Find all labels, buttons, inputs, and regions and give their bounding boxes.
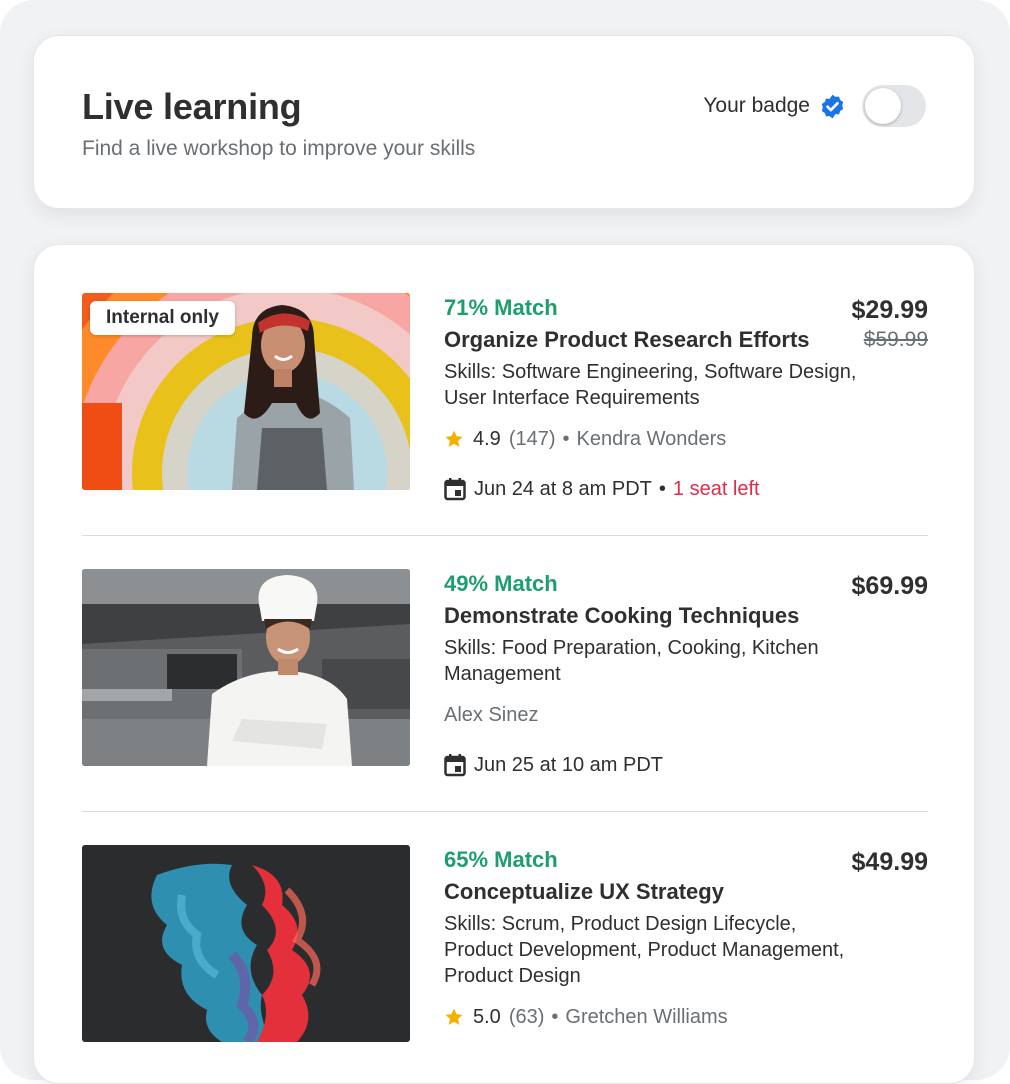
page-title: Live learning xyxy=(82,86,302,127)
course-skills: Skills: Food Preparation, Cooking, Kitch… xyxy=(444,637,819,685)
original-price: $59.99 xyxy=(863,328,928,351)
header-card: Live learning Find a live workshop to im… xyxy=(33,35,975,209)
course-skills: Skills: Software Engineering, Software D… xyxy=(444,361,857,409)
seats-left: 1 seat left xyxy=(672,478,760,500)
rating-value: 4.9 xyxy=(473,428,501,450)
separator-dot: • xyxy=(658,478,666,500)
badge-label: Your badge xyxy=(703,94,810,117)
page-subtitle: Find a live workshop to improve your ski… xyxy=(82,137,476,160)
current-price: $69.99 xyxy=(851,572,928,600)
calendar-icon xyxy=(444,478,466,501)
instructor-name[interactable]: Kendra Wonders xyxy=(577,426,727,452)
course-info: 49% Match Demonstrate Cooking Techniques… xyxy=(444,569,864,778)
rating-count: (147) xyxy=(508,428,556,450)
current-price: $29.99 xyxy=(851,296,928,324)
verified-badge-icon xyxy=(819,93,846,120)
separator-dot: • xyxy=(562,428,570,450)
course-info: 65% Match Conceptualize UX Strategy Skil… xyxy=(444,845,864,1030)
star-icon xyxy=(445,1008,463,1025)
app-frame: Live learning Find a live workshop to im… xyxy=(0,0,1010,1084)
session-date: Jun 24 at 8 am PDT xyxy=(474,478,652,500)
course-skills: Skills: Scrum, Product Design Lifecycle,… xyxy=(444,913,845,987)
current-price: $49.99 xyxy=(851,848,928,876)
separator-dot: • xyxy=(551,1006,559,1028)
match-percentage: 71% Match xyxy=(444,295,558,320)
divider xyxy=(82,811,928,812)
divider xyxy=(82,535,928,536)
match-percentage: 49% Match xyxy=(444,571,558,596)
course-thumbnail[interactable] xyxy=(82,569,410,766)
star-icon xyxy=(445,430,463,447)
course-title[interactable]: Conceptualize UX Strategy xyxy=(444,876,864,908)
schedule-row: Jun 25 at 10 am PDT xyxy=(444,752,864,778)
course-list-card: Internal only 71% Match Organize Product… xyxy=(33,244,975,1084)
course-title[interactable]: Demonstrate Cooking Techniques xyxy=(444,600,864,632)
schedule-row: Jun 24 at 8 am PDT • 1 seat left xyxy=(444,476,864,502)
course-title[interactable]: Organize Product Research Efforts xyxy=(444,324,864,356)
course-thumbnail[interactable]: Internal only xyxy=(82,293,410,490)
course-item[interactable]: 65% Match Conceptualize UX Strategy Skil… xyxy=(82,845,928,1075)
instructor-name[interactable]: Gretchen Williams xyxy=(565,1004,727,1030)
badge-toggle[interactable] xyxy=(862,85,926,127)
course-meta: 5.0 (63) • Gretchen Williams xyxy=(444,1004,864,1030)
instructor-name[interactable]: Alex Sinez xyxy=(444,702,539,728)
rating-count: (63) xyxy=(508,1006,545,1028)
calendar-icon xyxy=(444,754,466,777)
session-date: Jun 25 at 10 am PDT xyxy=(474,754,663,776)
price-column: $49.99 xyxy=(852,845,928,878)
course-item[interactable]: Internal only 71% Match Organize Product… xyxy=(82,293,928,523)
course-info: 71% Match Organize Product Research Effo… xyxy=(444,293,864,502)
match-percentage: 65% Match xyxy=(444,847,558,872)
internal-only-tag: Internal only xyxy=(90,301,235,335)
toggle-knob xyxy=(865,88,901,124)
course-item[interactable]: 49% Match Demonstrate Cooking Techniques… xyxy=(82,569,928,799)
rating-value: 5.0 xyxy=(473,1006,501,1028)
course-meta: Alex Sinez xyxy=(444,702,864,728)
price-column: $29.99 $59.99 xyxy=(852,293,928,354)
course-meta: 4.9 (147) • Kendra Wonders xyxy=(444,426,864,452)
price-column: $69.99 xyxy=(852,569,928,602)
badge-control: Your badge xyxy=(703,84,926,128)
course-thumbnail[interactable] xyxy=(82,845,410,1042)
